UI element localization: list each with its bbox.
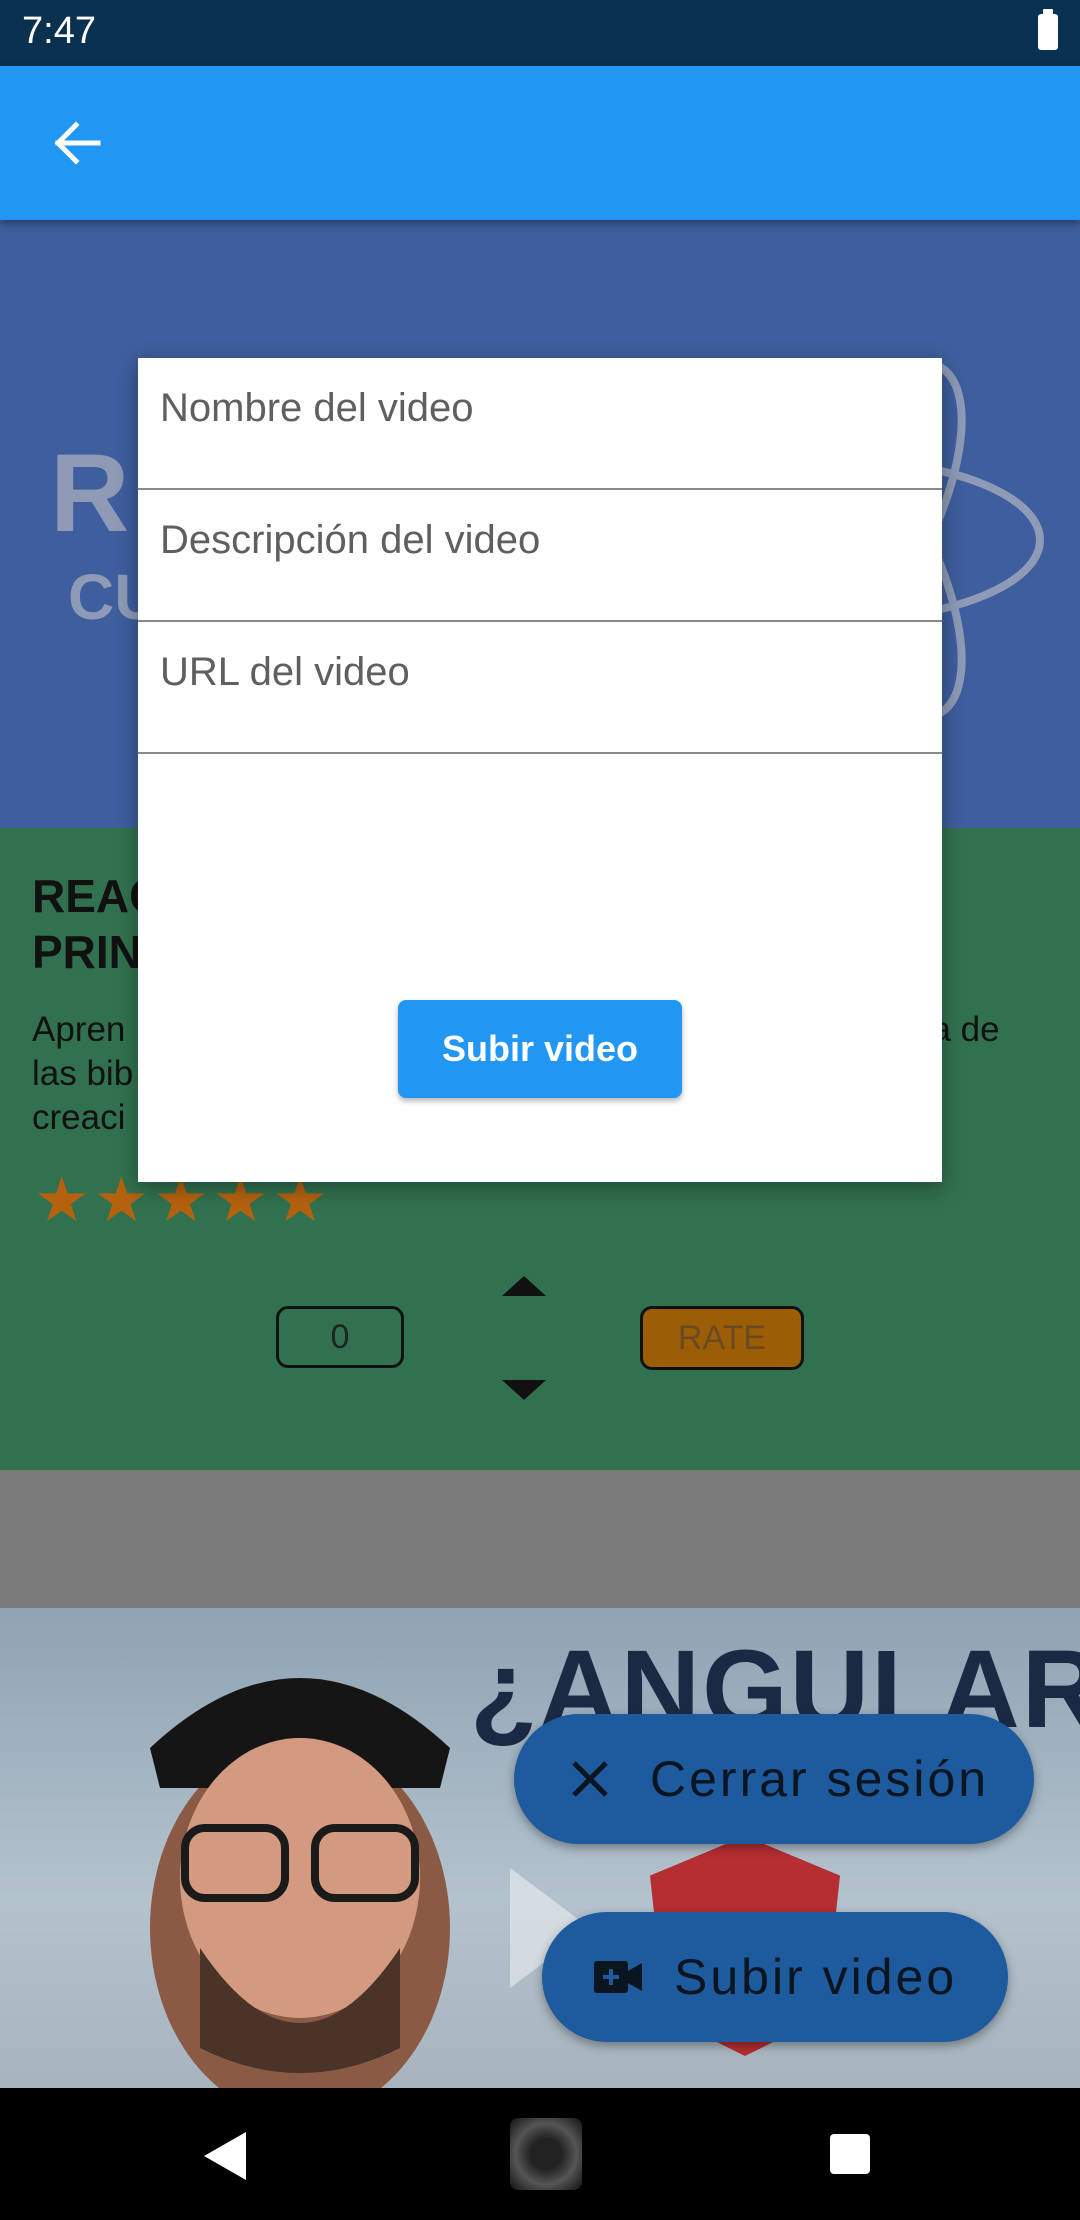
video-description-field[interactable] — [160, 510, 920, 570]
video-url-field[interactable] — [160, 642, 920, 702]
upload-video-dialog: Subir video — [138, 358, 942, 1182]
video-description-field-container — [138, 490, 942, 622]
video-name-field-container — [138, 358, 942, 490]
video-url-field-container — [138, 622, 942, 754]
video-name-field[interactable] — [160, 378, 920, 438]
submit-video-button[interactable]: Subir video — [398, 1000, 682, 1098]
